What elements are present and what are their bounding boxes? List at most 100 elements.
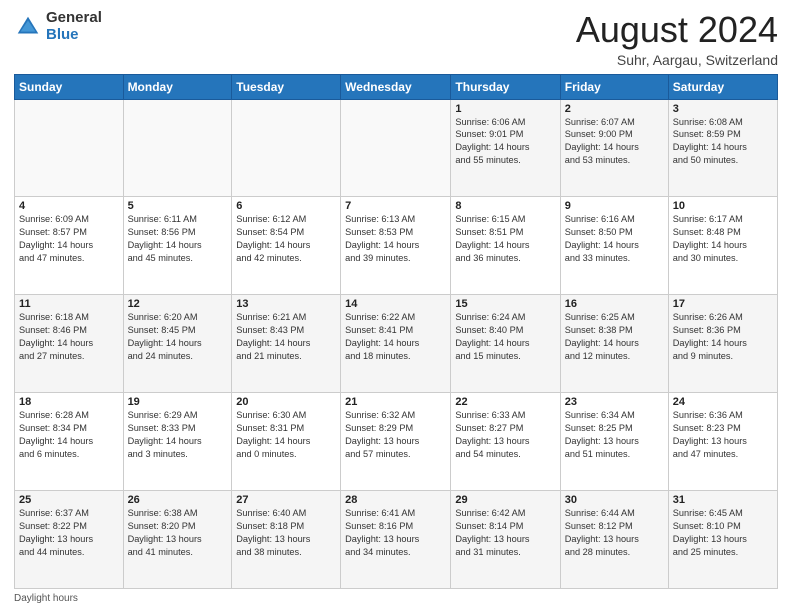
day-cell: 1Sunrise: 6:06 AM Sunset: 9:01 PM Daylig… (451, 99, 560, 197)
header-saturday: Saturday (668, 74, 777, 99)
day-number: 31 (673, 494, 773, 506)
week-row-3: 18Sunrise: 6:28 AM Sunset: 8:34 PM Dayli… (15, 393, 778, 491)
day-info: Sunrise: 6:37 AM Sunset: 8:22 PM Dayligh… (19, 507, 119, 559)
day-cell: 28Sunrise: 6:41 AM Sunset: 8:16 PM Dayli… (341, 491, 451, 589)
day-cell: 22Sunrise: 6:33 AM Sunset: 8:27 PM Dayli… (451, 393, 560, 491)
day-number: 20 (236, 396, 336, 408)
day-info: Sunrise: 6:11 AM Sunset: 8:56 PM Dayligh… (128, 213, 228, 265)
header-monday: Monday (123, 74, 232, 99)
logo-icon (14, 13, 42, 41)
day-cell: 5Sunrise: 6:11 AM Sunset: 8:56 PM Daylig… (123, 197, 232, 295)
footer-note: Daylight hours (14, 593, 778, 604)
day-number: 2 (565, 103, 664, 115)
day-info: Sunrise: 6:32 AM Sunset: 8:29 PM Dayligh… (345, 409, 446, 461)
header-sunday: Sunday (15, 74, 124, 99)
day-info: Sunrise: 6:25 AM Sunset: 8:38 PM Dayligh… (565, 311, 664, 363)
day-number: 27 (236, 494, 336, 506)
day-number: 22 (455, 396, 555, 408)
day-cell: 17Sunrise: 6:26 AM Sunset: 8:36 PM Dayli… (668, 295, 777, 393)
header-wednesday: Wednesday (341, 74, 451, 99)
day-cell (232, 99, 341, 197)
week-row-4: 25Sunrise: 6:37 AM Sunset: 8:22 PM Dayli… (15, 491, 778, 589)
day-info: Sunrise: 6:34 AM Sunset: 8:25 PM Dayligh… (565, 409, 664, 461)
day-info: Sunrise: 6:44 AM Sunset: 8:12 PM Dayligh… (565, 507, 664, 559)
day-number: 24 (673, 396, 773, 408)
month-title: August 2024 (576, 10, 778, 50)
day-info: Sunrise: 6:07 AM Sunset: 9:00 PM Dayligh… (565, 116, 664, 168)
day-info: Sunrise: 6:26 AM Sunset: 8:36 PM Dayligh… (673, 311, 773, 363)
week-row-0: 1Sunrise: 6:06 AM Sunset: 9:01 PM Daylig… (15, 99, 778, 197)
day-info: Sunrise: 6:29 AM Sunset: 8:33 PM Dayligh… (128, 409, 228, 461)
day-number: 10 (673, 200, 773, 212)
location: Suhr, Aargau, Switzerland (576, 52, 778, 68)
day-cell: 23Sunrise: 6:34 AM Sunset: 8:25 PM Dayli… (560, 393, 668, 491)
day-cell: 29Sunrise: 6:42 AM Sunset: 8:14 PM Dayli… (451, 491, 560, 589)
day-number: 16 (565, 298, 664, 310)
day-number: 18 (19, 396, 119, 408)
day-cell: 27Sunrise: 6:40 AM Sunset: 8:18 PM Dayli… (232, 491, 341, 589)
day-cell: 7Sunrise: 6:13 AM Sunset: 8:53 PM Daylig… (341, 197, 451, 295)
day-info: Sunrise: 6:13 AM Sunset: 8:53 PM Dayligh… (345, 213, 446, 265)
header-thursday: Thursday (451, 74, 560, 99)
day-number: 12 (128, 298, 228, 310)
day-info: Sunrise: 6:30 AM Sunset: 8:31 PM Dayligh… (236, 409, 336, 461)
day-info: Sunrise: 6:42 AM Sunset: 8:14 PM Dayligh… (455, 507, 555, 559)
logo: General Blue (14, 10, 102, 43)
week-row-2: 11Sunrise: 6:18 AM Sunset: 8:46 PM Dayli… (15, 295, 778, 393)
day-number: 21 (345, 396, 446, 408)
day-number: 29 (455, 494, 555, 506)
day-cell: 2Sunrise: 6:07 AM Sunset: 9:00 PM Daylig… (560, 99, 668, 197)
day-number: 6 (236, 200, 336, 212)
calendar: SundayMondayTuesdayWednesdayThursdayFrid… (14, 74, 778, 589)
day-info: Sunrise: 6:09 AM Sunset: 8:57 PM Dayligh… (19, 213, 119, 265)
day-number: 19 (128, 396, 228, 408)
title-section: August 2024 Suhr, Aargau, Switzerland (576, 10, 778, 68)
day-cell: 30Sunrise: 6:44 AM Sunset: 8:12 PM Dayli… (560, 491, 668, 589)
day-info: Sunrise: 6:41 AM Sunset: 8:16 PM Dayligh… (345, 507, 446, 559)
day-number: 28 (345, 494, 446, 506)
day-cell: 8Sunrise: 6:15 AM Sunset: 8:51 PM Daylig… (451, 197, 560, 295)
day-info: Sunrise: 6:17 AM Sunset: 8:48 PM Dayligh… (673, 213, 773, 265)
day-number: 3 (673, 103, 773, 115)
header-friday: Friday (560, 74, 668, 99)
day-info: Sunrise: 6:38 AM Sunset: 8:20 PM Dayligh… (128, 507, 228, 559)
day-number: 23 (565, 396, 664, 408)
day-number: 15 (455, 298, 555, 310)
day-cell: 3Sunrise: 6:08 AM Sunset: 8:59 PM Daylig… (668, 99, 777, 197)
day-cell: 31Sunrise: 6:45 AM Sunset: 8:10 PM Dayli… (668, 491, 777, 589)
logo-blue-text: Blue (46, 27, 102, 44)
day-number: 17 (673, 298, 773, 310)
calendar-header-row: SundayMondayTuesdayWednesdayThursdayFrid… (15, 74, 778, 99)
day-number: 11 (19, 298, 119, 310)
day-cell: 26Sunrise: 6:38 AM Sunset: 8:20 PM Dayli… (123, 491, 232, 589)
day-number: 30 (565, 494, 664, 506)
top-section: General Blue August 2024 Suhr, Aargau, S… (14, 10, 778, 68)
day-number: 4 (19, 200, 119, 212)
day-info: Sunrise: 6:45 AM Sunset: 8:10 PM Dayligh… (673, 507, 773, 559)
day-number: 5 (128, 200, 228, 212)
header-tuesday: Tuesday (232, 74, 341, 99)
day-number: 26 (128, 494, 228, 506)
day-info: Sunrise: 6:36 AM Sunset: 8:23 PM Dayligh… (673, 409, 773, 461)
day-cell: 10Sunrise: 6:17 AM Sunset: 8:48 PM Dayli… (668, 197, 777, 295)
day-number: 14 (345, 298, 446, 310)
day-cell: 18Sunrise: 6:28 AM Sunset: 8:34 PM Dayli… (15, 393, 124, 491)
day-cell: 15Sunrise: 6:24 AM Sunset: 8:40 PM Dayli… (451, 295, 560, 393)
day-cell: 11Sunrise: 6:18 AM Sunset: 8:46 PM Dayli… (15, 295, 124, 393)
day-cell: 13Sunrise: 6:21 AM Sunset: 8:43 PM Dayli… (232, 295, 341, 393)
day-info: Sunrise: 6:16 AM Sunset: 8:50 PM Dayligh… (565, 213, 664, 265)
day-cell: 6Sunrise: 6:12 AM Sunset: 8:54 PM Daylig… (232, 197, 341, 295)
day-cell (341, 99, 451, 197)
day-cell: 9Sunrise: 6:16 AM Sunset: 8:50 PM Daylig… (560, 197, 668, 295)
day-cell (123, 99, 232, 197)
day-cell: 24Sunrise: 6:36 AM Sunset: 8:23 PM Dayli… (668, 393, 777, 491)
day-number: 13 (236, 298, 336, 310)
logo-text: General Blue (46, 10, 102, 43)
day-number: 7 (345, 200, 446, 212)
day-info: Sunrise: 6:22 AM Sunset: 8:41 PM Dayligh… (345, 311, 446, 363)
day-info: Sunrise: 6:21 AM Sunset: 8:43 PM Dayligh… (236, 311, 336, 363)
day-cell: 14Sunrise: 6:22 AM Sunset: 8:41 PM Dayli… (341, 295, 451, 393)
day-number: 1 (455, 103, 555, 115)
logo-general-text: General (46, 10, 102, 27)
day-cell (15, 99, 124, 197)
